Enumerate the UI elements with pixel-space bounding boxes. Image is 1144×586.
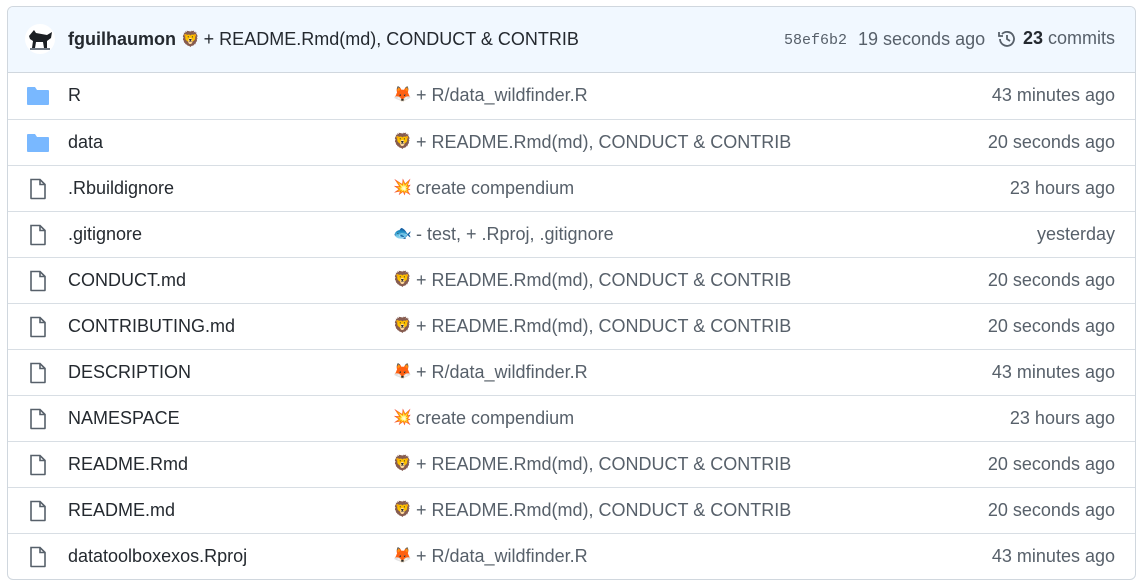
file-name-link[interactable]: CONDUCT.md — [68, 270, 186, 291]
lion-emoji-icon: 🦁 — [180, 31, 200, 48]
file-name-link[interactable]: data — [68, 132, 103, 153]
file-row[interactable]: DESCRIPTION 🦊 + R/data_wildfinder.R 43 minu… — [8, 349, 1135, 395]
commit-author[interactable]: fguilhaumon 🦁 + README.Rmd(md), CONDUCT & … — [68, 29, 579, 50]
commit-emoji-icon: 🐟 — [393, 225, 412, 242]
file-browser: fguilhaumon 🦁 + README.Rmd(md), CONDUCT & … — [7, 6, 1136, 580]
file-icon — [30, 224, 46, 246]
file-commit-time: 43 minutes ago — [991, 546, 1115, 566]
commit-emoji-icon: 🦊 — [393, 363, 412, 380]
file-commit-message[interactable]: create compendium — [416, 408, 574, 429]
commit-emoji-icon: 🦁 — [393, 133, 412, 150]
file-icon — [30, 270, 46, 292]
file-icon — [30, 362, 46, 384]
file-commit-message[interactable]: + R/data_wildfinder.R — [416, 546, 588, 567]
file-commit-message[interactable]: - test, + .Rproj, .gitignore — [416, 224, 614, 245]
file-row[interactable]: CONTRIBUTING.md 🦁 + README.Rmd(md), CONDUC… — [8, 303, 1135, 349]
commit-emoji-icon: 🦊 — [393, 86, 412, 103]
commit-history-link[interactable]: 23 commits — [997, 28, 1115, 49]
file-commit-message[interactable]: + README.Rmd(md), CONDUCT & CONTRIB — [416, 270, 791, 291]
file-icon — [30, 316, 46, 338]
commit-emoji-icon: 🦊 — [393, 547, 412, 564]
file-row[interactable]: NAMESPACE 💥 create compendium 23 hours ago — [8, 395, 1135, 441]
commit-sha[interactable]: 58ef6b2 — [784, 32, 847, 49]
file-icon — [30, 546, 46, 568]
file-name-link[interactable]: R — [68, 85, 81, 106]
file-row[interactable]: R 🦊 + R/data_wildfinder.R 43 minutes ago — [8, 73, 1135, 119]
file-row[interactable]: .gitignore 🐟 - test, + .Rproj, .gitignore y… — [8, 211, 1135, 257]
file-icon — [30, 500, 46, 522]
file-icon — [30, 408, 46, 430]
file-row[interactable]: datatoolboxexos.Rproj 🦊 + R/data_wildfinde… — [8, 533, 1135, 579]
file-commit-time: 20 seconds ago — [987, 316, 1115, 336]
file-row[interactable]: CONDUCT.md 🦁 + README.Rmd(md), CONDUCT & C… — [8, 257, 1135, 303]
file-commit-message[interactable]: + R/data_wildfinder.R — [416, 362, 588, 383]
file-row[interactable]: README.Rmd 🦁 + README.Rmd(md), CONDUCT & C… — [8, 441, 1135, 487]
commit-time[interactable]: 19 seconds ago — [858, 29, 985, 50]
file-commit-message[interactable]: + README.Rmd(md), CONDUCT & CONTRIB — [416, 454, 791, 475]
file-commit-time: 20 seconds ago — [987, 500, 1115, 520]
commit-count: 23 — [1022, 28, 1043, 48]
file-name-link[interactable]: .Rbuildignore — [68, 178, 174, 199]
file-commit-time: 23 hours ago — [1009, 178, 1115, 198]
commits-label: commits — [1048, 28, 1115, 48]
commit-emoji-icon: 💥 — [393, 179, 412, 196]
file-commit-time: 20 seconds ago — [987, 270, 1115, 290]
file-icon — [30, 454, 46, 476]
author-name[interactable]: fguilhaumon — [68, 29, 176, 49]
file-name-link[interactable]: DESCRIPTION — [68, 362, 191, 383]
file-commit-time: 23 hours ago — [1009, 408, 1115, 428]
file-commit-message[interactable]: create compendium — [416, 178, 574, 199]
history-icon — [998, 30, 1015, 47]
file-name-link[interactable]: README.md — [68, 500, 175, 521]
commit-emoji-icon: 🦁 — [393, 317, 412, 334]
commit-emoji-icon: 🦁 — [393, 271, 412, 288]
file-commit-time: 43 minutes ago — [991, 85, 1115, 105]
avatar[interactable] — [25, 24, 55, 54]
file-name-link[interactable]: CONTRIBUTING.md — [68, 316, 235, 337]
file-name-link[interactable]: README.Rmd — [68, 454, 188, 475]
file-commit-message[interactable]: + R/data_wildfinder.R — [416, 85, 588, 106]
folder-icon — [27, 87, 49, 105]
folder-icon — [27, 134, 49, 152]
file-commit-time: yesterday — [1036, 224, 1115, 244]
file-row[interactable]: data 🦁 + README.Rmd(md), CONDUCT & CONTRIB… — [8, 119, 1135, 165]
latest-commit-bar: fguilhaumon 🦁 + README.Rmd(md), CONDUCT & … — [8, 7, 1135, 73]
file-row[interactable]: README.md 🦁 + README.Rmd(md), CONDUCT & CO… — [8, 487, 1135, 533]
file-commit-message[interactable]: + README.Rmd(md), CONDUCT & CONTRIB — [416, 132, 791, 153]
file-commit-time: 43 minutes ago — [991, 362, 1115, 382]
file-commit-time: 20 seconds ago — [987, 454, 1115, 474]
file-list: R 🦊 + R/data_wildfinder.R 43 minutes ago dat… — [8, 73, 1135, 579]
file-commit-message[interactable]: + README.Rmd(md), CONDUCT & CONTRIB — [416, 316, 791, 337]
file-name-link[interactable]: .gitignore — [68, 224, 142, 245]
commit-emoji-icon: 🦁 — [393, 501, 412, 518]
file-commit-time: 20 seconds ago — [987, 132, 1115, 152]
commit-emoji-icon: 💥 — [393, 409, 412, 426]
commit-message[interactable]: + README.Rmd(md), CONDUCT & CONTRIB — [204, 29, 579, 49]
file-row[interactable]: .Rbuildignore 💥 create compendium 23 hours … — [8, 165, 1135, 211]
file-name-link[interactable]: NAMESPACE — [68, 408, 180, 429]
file-icon — [30, 178, 46, 200]
file-name-link[interactable]: datatoolboxexos.Rproj — [68, 546, 247, 567]
commit-emoji-icon: 🦁 — [393, 455, 412, 472]
file-commit-message[interactable]: + README.Rmd(md), CONDUCT & CONTRIB — [416, 500, 791, 521]
